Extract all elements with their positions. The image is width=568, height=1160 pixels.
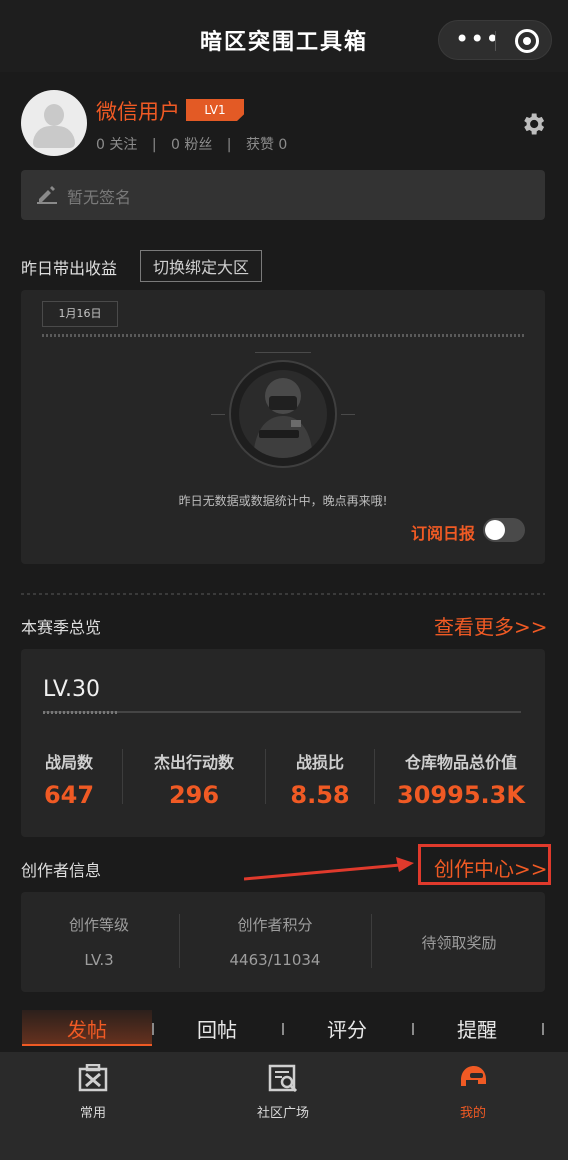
subscribe-toggle[interactable]	[483, 518, 525, 542]
creator-level: 创作等级 LV.3	[21, 892, 177, 992]
stat-label: 战损比	[295, 753, 344, 772]
nav-mine[interactable]: 我的	[413, 1064, 533, 1121]
fans-count[interactable]: 0 粉丝	[171, 137, 212, 153]
switch-region-button[interactable]: 切换绑定大区	[140, 250, 263, 282]
likes-count: 获赞 0	[245, 137, 288, 153]
stat-label: 战局数	[44, 753, 93, 772]
tab-divider	[542, 1023, 544, 1035]
toolbox-icon	[78, 1063, 108, 1092]
stat-separator	[374, 749, 375, 804]
creator-points-value: 4463/11034	[229, 951, 321, 969]
creator-separator	[371, 914, 372, 968]
creator-level-label: 创作等级	[68, 916, 129, 934]
tab-divider	[152, 1023, 154, 1035]
nav-label: 社区广场	[256, 1106, 309, 1121]
stat-label: 杰出行动数	[153, 753, 234, 772]
creator-center-link[interactable]: 创作中心>>	[434, 853, 548, 882]
username[interactable]: 微信用户	[96, 96, 180, 126]
season-overview-label: 本赛季总览	[21, 618, 102, 637]
level-badge: LV1	[186, 99, 244, 121]
nav-label: 我的	[459, 1106, 486, 1121]
crosshair-top	[255, 352, 311, 353]
pending-rewards[interactable]: 待领取奖励	[373, 892, 545, 992]
no-data-message: 昨日无数据或数据统计中，晚点再来哦!	[178, 494, 388, 508]
stat-kd: 战损比 8.58	[273, 749, 367, 809]
stat-outstanding: 杰出行动数 296	[133, 749, 255, 809]
stat-value: 647	[43, 781, 95, 809]
toggle-knob	[485, 520, 505, 540]
avatar-body-shape	[33, 126, 75, 148]
tab-divider	[412, 1023, 414, 1035]
follow-count[interactable]: 0 关注	[96, 137, 137, 153]
creator-points-label: 创作者积分	[237, 916, 313, 934]
edit-pen-icon	[37, 186, 57, 204]
season-card: LV.30 战局数 647 杰出行动数 296 战损比 8.58 仓库物品总价值…	[21, 649, 545, 837]
soldier-icon	[253, 378, 313, 458]
stat-label: 仓库物品总价值	[404, 753, 517, 772]
subscribe-daily-label: 订阅日报	[411, 524, 476, 543]
signature-field[interactable]: 暂无签名	[21, 170, 545, 220]
community-icon	[268, 1064, 298, 1093]
signature-placeholder: 暂无签名	[67, 188, 132, 207]
crosshair-right	[341, 414, 355, 415]
tab-divider	[282, 1023, 284, 1035]
crosshair-left	[211, 414, 225, 415]
mini-program-capsule: •••	[438, 20, 552, 60]
stats-separator: |	[151, 137, 157, 153]
nav-common[interactable]: 常用	[33, 1063, 153, 1121]
stat-value: 30995.3K	[397, 781, 525, 809]
creator-card: 创作等级 LV.3 创作者积分 4463/11034 待领取奖励	[21, 892, 545, 992]
profile-stats: 0 关注 | 0 粉丝 | 获赞 0	[96, 134, 297, 154]
operator-portrait-ring	[229, 360, 337, 468]
more-options-icon[interactable]: •••	[455, 25, 500, 53]
tab-rating[interactable]: 评分	[286, 1014, 408, 1043]
creator-points: 创作者积分 4463/11034	[181, 892, 369, 992]
bottom-navigation: 常用 社区广场 我的	[0, 1052, 568, 1160]
yesterday-card: 1月16日 昨日无数据或数据统计中，晚点再来哦! 订阅日报	[21, 290, 545, 564]
avatar-head-shape	[44, 104, 64, 126]
stat-separator	[265, 749, 266, 804]
close-target-icon[interactable]	[515, 29, 539, 53]
creator-info-label: 创作者信息	[21, 861, 102, 880]
stat-value: 296	[168, 781, 220, 809]
pending-rewards-label: 待领取奖励	[421, 934, 497, 952]
avatar[interactable]	[21, 90, 87, 156]
stats-separator: |	[226, 137, 232, 153]
dashed-divider	[42, 334, 524, 337]
nav-community[interactable]: 社区广场	[223, 1064, 343, 1121]
creator-level-value: LV.3	[84, 951, 114, 969]
helmet-icon	[461, 1066, 486, 1086]
nav-label: 常用	[79, 1106, 106, 1121]
stat-warehouse-value: 仓库物品总价值 30995.3K	[385, 749, 537, 809]
creator-separator	[179, 914, 180, 968]
date-label: 1月16日	[42, 301, 118, 327]
tab-post[interactable]: 发帖	[22, 1014, 152, 1043]
stat-matches: 战局数 647	[21, 749, 117, 809]
tab-reply[interactable]: 回帖	[156, 1014, 278, 1043]
operator-portrait	[239, 370, 327, 458]
gear-icon[interactable]	[519, 110, 547, 138]
section-divider	[21, 593, 545, 595]
title-bar: 暗区突围工具箱 •••	[0, 0, 568, 72]
yesterday-earnings-label: 昨日带出收益	[21, 259, 118, 278]
tab-reminder[interactable]: 提醒	[416, 1014, 538, 1043]
annotation-arrow	[244, 857, 414, 881]
season-divider-accent	[43, 711, 117, 714]
season-level: LV.30	[43, 677, 101, 702]
see-more-link[interactable]: 查看更多>>	[434, 611, 548, 640]
stat-value: 8.58	[290, 781, 350, 809]
capsule-divider	[495, 31, 496, 51]
stat-separator	[122, 749, 123, 804]
